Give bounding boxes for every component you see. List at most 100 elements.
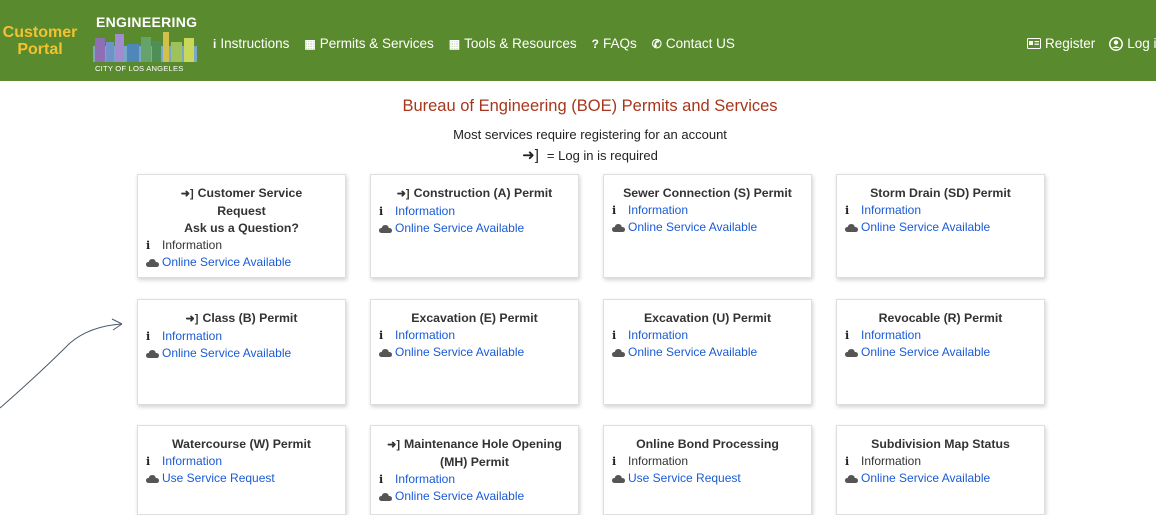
info-row: i Information <box>146 237 337 254</box>
information-label: Information <box>162 238 223 252</box>
info-icon: i <box>213 36 217 51</box>
service-card[interactable]: ➜] Class (B) Permit i Information Online Ser… <box>137 299 346 405</box>
nav-tools-resources[interactable]: ▦ Tools & Resources <box>449 36 577 51</box>
service-link[interactable]: Online Service Available <box>628 344 757 361</box>
logo-subtitle: CITY OF LOS ANGELES <box>95 64 184 73</box>
card-title-line: ➜] Construction (A) Permit <box>379 185 570 203</box>
information-link[interactable]: Information <box>162 453 222 470</box>
card-title-text: Customer Service <box>197 186 303 200</box>
card-title-line: Sewer Connection (S) Permit <box>612 185 803 202</box>
info-row: i Information <box>379 327 570 344</box>
info-icon: i <box>379 473 384 486</box>
nav-contact-us[interactable]: ✆ Contact US <box>652 36 735 51</box>
service-link[interactable]: Online Service Available <box>861 219 990 236</box>
service-link[interactable]: Online Service Available <box>395 344 524 361</box>
service-card[interactable]: Sewer Connection (S) Permit i Information O… <box>603 174 812 278</box>
register-link[interactable]: Register <box>1027 36 1095 51</box>
information-link[interactable]: Information <box>628 327 688 344</box>
main-nav: i Instructions ▦ Permits & Services ▦ To… <box>213 36 735 51</box>
cloud-icon <box>379 492 395 501</box>
info-row: i Information <box>612 327 803 344</box>
information-link[interactable]: Information <box>395 471 455 488</box>
nav-label: FAQs <box>603 36 637 51</box>
service-link[interactable]: Online Service Available <box>861 344 990 361</box>
service-card[interactable]: ➜] Customer Service Request Ask us a Questi… <box>137 174 346 278</box>
service-card[interactable]: ➜] Maintenance Hole Opening (MH) Permit i In… <box>370 425 579 515</box>
service-row: Online Service Available <box>379 220 570 237</box>
service-link[interactable]: Online Service Available <box>628 219 757 236</box>
info-row: i Information <box>612 453 803 470</box>
card-title-line: Storm Drain (SD) Permit <box>845 185 1036 202</box>
cloud-icon <box>612 474 628 483</box>
page-title: Bureau of Engineering (BOE) Permits and … <box>402 97 778 115</box>
card-title: Excavation (U) Permit <box>612 310 803 327</box>
card-title: ➜] Construction (A) Permit <box>379 185 570 203</box>
nav-label: Contact US <box>665 36 735 51</box>
sign-in-icon: ➜] <box>387 439 401 451</box>
service-link[interactable]: Online Service Available <box>395 220 524 237</box>
service-card[interactable]: Excavation (U) Permit i Information Online … <box>603 299 812 405</box>
nav-instructions[interactable]: i Instructions <box>213 36 289 51</box>
info-icon: i <box>612 329 617 342</box>
info-row: i Information <box>146 328 337 345</box>
login-link[interactable]: Log in <box>1109 36 1156 51</box>
service-link[interactable]: Use Service Request <box>162 470 275 487</box>
information-link[interactable]: Information <box>162 328 222 345</box>
info-icon: i <box>845 329 850 342</box>
service-card[interactable]: Watercourse (W) Permit i Information Use Se… <box>137 425 346 515</box>
card-title-text: Excavation (E) Permit <box>411 311 538 325</box>
card-title-text: Class (B) Permit <box>202 311 298 325</box>
information-link[interactable]: Information <box>395 203 455 220</box>
info-icon: i <box>845 455 850 468</box>
service-link[interactable]: Online Service Available <box>162 345 291 362</box>
info-icon: i <box>379 205 384 218</box>
service-card[interactable]: Online Bond Processing i Information Use Se… <box>603 425 812 515</box>
card-title-line: Online Bond Processing <box>612 436 803 453</box>
information-link[interactable]: Information <box>628 202 688 219</box>
service-card[interactable]: Storm Drain (SD) Permit i Information Onlin… <box>836 174 1045 278</box>
service-link[interactable]: Online Service Available <box>395 488 524 505</box>
info-icon: i <box>146 330 151 343</box>
card-title-line: Subdivision Map Status <box>845 436 1036 453</box>
info-row: i Information <box>845 453 1036 470</box>
card-title: Subdivision Map Status <box>845 436 1036 453</box>
card-title: Sewer Connection (S) Permit <box>612 185 803 202</box>
service-link[interactable]: Use Service Request <box>628 470 741 487</box>
information-label: Information <box>861 454 922 468</box>
card-title-line: Excavation (E) Permit <box>379 310 570 327</box>
nav-permits-services[interactable]: ▦ Permits & Services <box>304 36 433 51</box>
info-row: i Information <box>379 203 570 220</box>
service-row: Online Service Available <box>612 219 803 236</box>
login-legend: ➜] = Log in is required <box>0 146 1156 164</box>
information-label: Information <box>628 454 689 468</box>
grid-icon: ▦ <box>448 36 461 51</box>
information-link[interactable]: Information <box>861 327 921 344</box>
card-title: Online Bond Processing <box>612 436 803 453</box>
cloud-icon <box>146 349 162 358</box>
service-card[interactable]: ➜] Construction (A) Permit i Information Onl… <box>370 174 579 278</box>
service-card[interactable]: Excavation (E) Permit i Information Online … <box>370 299 579 405</box>
card-title-line: ➜] Customer Service <box>146 185 337 203</box>
information-link[interactable]: Information <box>395 327 455 344</box>
card-title-text: Construction (A) Permit <box>413 186 553 200</box>
service-row: Online Service Available <box>379 344 570 361</box>
account-nav: Register Log in <box>1027 36 1156 51</box>
cloud-icon <box>845 474 861 483</box>
information-link[interactable]: Information <box>861 202 921 219</box>
info-row: i Information <box>379 471 570 488</box>
service-link[interactable]: Online Service Available <box>861 470 990 487</box>
service-card[interactable]: Revocable (R) Permit i Information Online S… <box>836 299 1045 405</box>
cloud-icon <box>612 223 628 232</box>
engineering-logo[interactable]: ENGINEERING CITY OF LOS ANGELES <box>89 11 201 75</box>
brand-customer-portal[interactable]: Customer Portal <box>0 24 78 58</box>
service-card[interactable]: Subdivision Map Status i Information Online… <box>836 425 1045 515</box>
info-row: i Information <box>845 327 1036 344</box>
sign-in-icon: ➜] <box>522 147 539 164</box>
nav-label: Tools & Resources <box>464 36 577 51</box>
card-title: ➜] Customer Service Request Ask us a Questi… <box>146 185 337 237</box>
card-title-text: Sewer Connection (S) Permit <box>623 186 792 200</box>
service-link[interactable]: Online Service Available <box>162 254 291 271</box>
nav-faqs[interactable]: ? FAQs <box>592 36 637 51</box>
nav-label: Instructions <box>220 36 290 51</box>
service-row: Use Service Request <box>146 470 337 487</box>
